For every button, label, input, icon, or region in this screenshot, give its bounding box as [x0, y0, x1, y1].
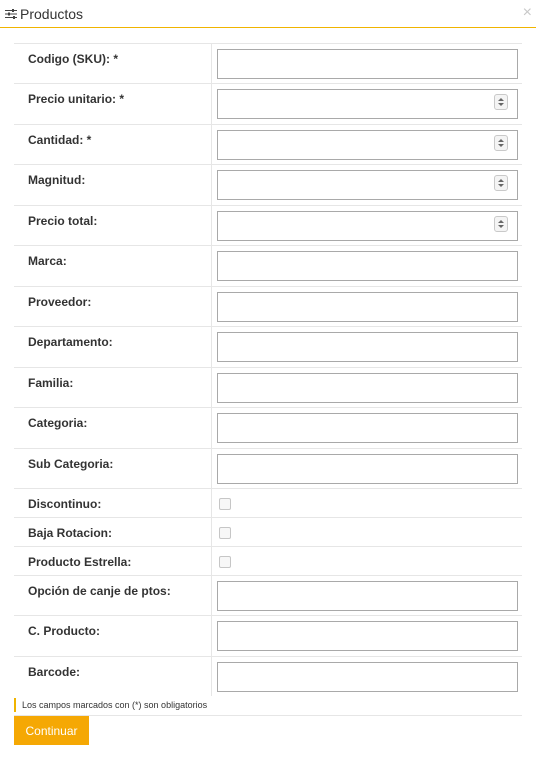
- form-row-sub-categoria: Sub Categoria:: [14, 448, 522, 488]
- familia-input[interactable]: [217, 373, 518, 403]
- form-row-discontinuo: Discontinuo:: [14, 488, 522, 517]
- opción-de-canje-de-ptos-input[interactable]: [217, 581, 518, 611]
- discontinuo-checkbox[interactable]: [219, 498, 231, 510]
- chevron-up-icon[interactable]: [498, 220, 504, 223]
- field-label: Sub Categoria:: [28, 457, 114, 471]
- spinner-icon[interactable]: [494, 135, 508, 151]
- categoria-input[interactable]: [217, 413, 518, 443]
- chevron-down-icon[interactable]: [498, 103, 504, 106]
- chevron-down-icon[interactable]: [498, 225, 504, 228]
- column-divider: [211, 616, 212, 656]
- column-divider: [211, 368, 212, 407]
- column-divider: [211, 489, 212, 517]
- field-label: Categoria:: [28, 416, 88, 430]
- precio-unitario-number-input[interactable]: [217, 89, 518, 119]
- column-divider: [211, 165, 212, 205]
- field-label: Barcode:: [28, 665, 81, 679]
- field-label: Magnitud:: [28, 173, 86, 187]
- footer-divider: [14, 715, 522, 716]
- form-row-producto-estrella: Producto Estrella:: [14, 546, 522, 575]
- marca-input[interactable]: [217, 251, 518, 281]
- column-divider: [211, 84, 212, 124]
- column-divider: [211, 327, 212, 367]
- form-row-baja-rotacion: Baja Rotacion:: [14, 517, 522, 546]
- field-label: Opción de canje de ptos:: [28, 584, 171, 598]
- field-label: Cantidad: *: [28, 133, 92, 147]
- required-fields-note: Los campos marcados con (*) son obligato…: [14, 698, 207, 712]
- producto-estrella-checkbox[interactable]: [219, 556, 231, 568]
- column-divider: [211, 408, 212, 448]
- form-row-categoria: Categoria:: [14, 407, 522, 448]
- form-row-barcode: Barcode:: [14, 656, 522, 696]
- close-icon[interactable]: ×: [523, 4, 532, 22]
- column-divider: [211, 518, 212, 546]
- cantidad-number-input[interactable]: [217, 130, 518, 160]
- barcode-input[interactable]: [217, 662, 518, 692]
- window-title: Productos: [20, 6, 84, 22]
- window-titlebar: Productos ×: [0, 0, 536, 28]
- column-divider: [211, 246, 212, 286]
- product-form: Codigo (SKU): * Precio unitario: * Cantida…: [14, 43, 522, 696]
- column-divider: [211, 44, 212, 83]
- form-row-precio-total: Precio total:: [14, 205, 522, 245]
- magnitud-number-input[interactable]: [217, 170, 518, 200]
- field-label: Departamento:: [28, 335, 113, 349]
- form-row-magnitud: Magnitud:: [14, 164, 522, 205]
- column-divider: [211, 206, 212, 245]
- form-row-c-producto: C. Producto:: [14, 615, 522, 656]
- field-label: Codigo (SKU): *: [28, 52, 118, 66]
- chevron-up-icon[interactable]: [498, 179, 504, 182]
- column-divider: [211, 547, 212, 575]
- field-label: Precio total:: [28, 214, 98, 228]
- field-label: Baja Rotacion:: [28, 526, 113, 540]
- sliders-icon: [5, 9, 17, 19]
- continue-button[interactable]: Continuar: [14, 716, 89, 745]
- column-divider: [211, 449, 212, 488]
- field-label: Producto Estrella:: [28, 555, 132, 569]
- form-row-opción-de-canje-de-ptos: Opción de canje de ptos:: [14, 575, 522, 615]
- form-row-proveedor: Proveedor:: [14, 286, 522, 326]
- form-row-cantidad: Cantidad: *: [14, 124, 522, 164]
- chevron-down-icon[interactable]: [498, 144, 504, 147]
- chevron-down-icon[interactable]: [498, 184, 504, 187]
- chevron-up-icon[interactable]: [498, 98, 504, 101]
- form-row-departamento: Departamento:: [14, 326, 522, 367]
- chevron-up-icon[interactable]: [498, 139, 504, 142]
- column-divider: [211, 576, 212, 615]
- field-label: Proveedor:: [28, 295, 92, 309]
- proveedor-input[interactable]: [217, 292, 518, 322]
- form-row-marca: Marca:: [14, 245, 522, 286]
- field-label: Discontinuo:: [28, 497, 102, 511]
- spinner-icon[interactable]: [494, 216, 508, 232]
- field-label: C. Producto:: [28, 624, 100, 638]
- field-label: Familia:: [28, 376, 74, 390]
- baja-rotacion-checkbox[interactable]: [219, 527, 231, 539]
- spinner-icon[interactable]: [494, 175, 508, 191]
- field-label: Precio unitario: *: [28, 92, 125, 106]
- column-divider: [211, 657, 212, 696]
- spinner-icon[interactable]: [494, 94, 508, 110]
- form-row-precio-unitario: Precio unitario: *: [14, 83, 522, 124]
- codigo-sku-input[interactable]: [217, 49, 518, 79]
- column-divider: [211, 287, 212, 326]
- departamento-input[interactable]: [217, 332, 518, 362]
- precio-total-number-input[interactable]: [217, 211, 518, 241]
- column-divider: [211, 125, 212, 164]
- form-row-codigo-sku: Codigo (SKU): *: [14, 43, 522, 83]
- form-row-familia: Familia:: [14, 367, 522, 407]
- c-producto-input[interactable]: [217, 621, 518, 651]
- field-label: Marca:: [28, 254, 67, 268]
- sub-categoria-input[interactable]: [217, 454, 518, 484]
